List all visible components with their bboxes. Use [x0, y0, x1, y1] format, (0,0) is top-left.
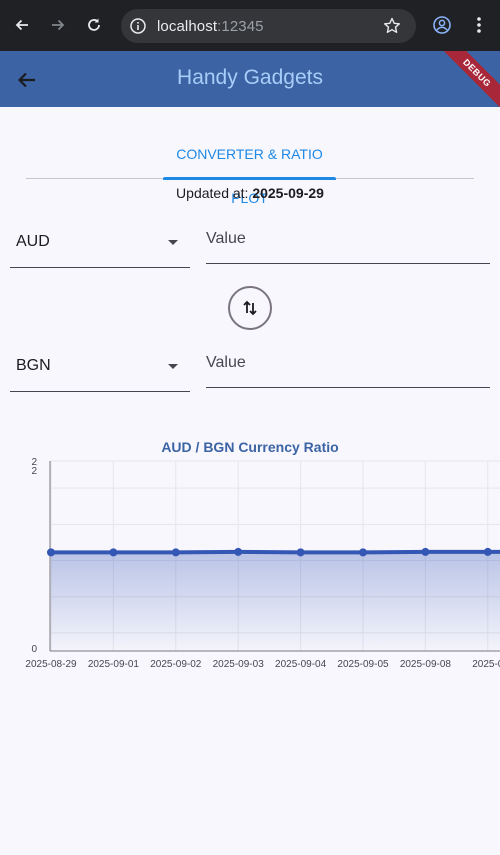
to-value-field [206, 344, 490, 388]
ratio-chart: 0222025-08-29 2025-09-01 2025-09-02 2025-09… [25, 457, 500, 670]
from-value-field [206, 220, 490, 264]
data-point [47, 548, 55, 557]
bookmark-star-icon[interactable] [382, 16, 402, 36]
data-point [109, 548, 118, 557]
data-point [483, 547, 492, 556]
more-menu-icon[interactable] [467, 13, 491, 37]
y-tick-label: 0 [31, 644, 37, 655]
x-tick-label: 2025-09-03 [213, 659, 265, 670]
from-currency-value: AUD [16, 233, 50, 250]
tab-label: CONVERTER & RATIO PLOT [176, 146, 323, 206]
updated-date: 2025-09-29 [252, 185, 324, 201]
from-value-input[interactable] [206, 224, 490, 254]
data-point [171, 548, 180, 557]
x-tick-label: 2025-09-04 [275, 659, 327, 670]
swap-vert-icon [243, 300, 257, 316]
app-title: Handy Gadgets [177, 66, 323, 89]
data-point [296, 548, 305, 557]
x-tick-label: 2025-08-29 [25, 659, 77, 670]
browser-toolbar: localhost:12345 [0, 0, 500, 51]
dropdown-arrow-icon [168, 364, 178, 369]
x-tick-label: 2025-09-01 [88, 659, 140, 670]
data-point [234, 547, 243, 556]
from-currency-dropdown[interactable]: AUD [10, 220, 190, 268]
x-tick-label: 2025-09-02 [150, 659, 202, 670]
series-area [51, 551, 500, 651]
x-tick-label: 2025-0 [472, 659, 500, 670]
data-point [421, 547, 430, 556]
dropdown-arrow-icon [168, 240, 178, 245]
app-bar: Handy Gadgets DEBUG [0, 51, 500, 107]
url-text: localhost:12345 [157, 18, 264, 35]
forward-arrow-icon[interactable] [46, 13, 70, 37]
updated-at: Updated at: 2025-09-29 [0, 185, 500, 201]
x-tick-label: 2025-09-08 [400, 659, 452, 670]
site-info-icon[interactable] [129, 17, 147, 35]
chart-title: AUD / BGN Currency Ratio [161, 439, 339, 455]
updated-label: Updated at: [176, 185, 253, 201]
back-arrow-icon[interactable] [10, 13, 34, 37]
to-value-input[interactable] [206, 348, 490, 378]
tab-indicator [163, 177, 336, 180]
to-currency-dropdown[interactable]: BGN [10, 344, 190, 392]
tab-bar: CONVERTER & RATIO PLOT [26, 132, 474, 206]
reload-icon[interactable] [82, 13, 106, 37]
address-bar[interactable]: localhost:12345 [121, 9, 416, 43]
swap-button[interactable] [228, 286, 272, 330]
x-tick-label: 2025-09-05 [337, 659, 389, 670]
url-port: :12345 [217, 18, 264, 35]
profile-icon[interactable] [430, 13, 454, 37]
to-currency-value: BGN [16, 357, 51, 374]
y-tick-label: 2 [31, 466, 37, 477]
tab-converter-ratio-plot[interactable]: CONVERTER & RATIO PLOT [163, 132, 336, 206]
url-host: localhost [157, 18, 218, 35]
data-point [359, 548, 367, 557]
